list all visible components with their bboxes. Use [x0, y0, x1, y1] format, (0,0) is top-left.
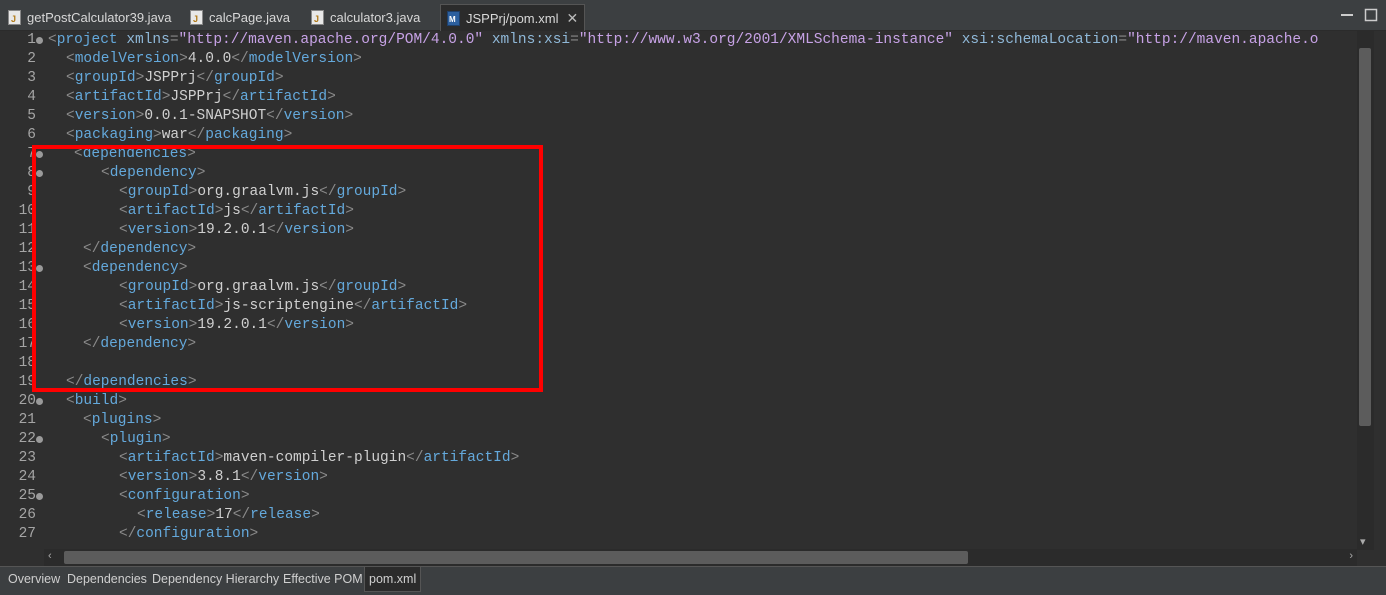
line-number: 19 [18, 374, 36, 390]
tab-getpostcalculator39[interactable]: J getPostCalculator39.java [8, 5, 172, 29]
code-line: <modelVersion>4.0.0</modelVersion> [66, 51, 362, 67]
line-number: 8 [27, 165, 36, 181]
code-line: <plugin> [101, 431, 171, 447]
tab-label: JSPPrj/pom.xml [466, 10, 559, 26]
svg-text:M: M [449, 15, 456, 24]
line-number: 4 [27, 89, 36, 105]
line-number: 3 [27, 70, 36, 86]
close-icon[interactable]: ✕ [566, 10, 578, 27]
code-line: <release>17</release> [137, 507, 320, 523]
chevron-down-icon[interactable]: ▾ [1360, 535, 1366, 548]
tab-calculator3[interactable]: J calculator3.java [311, 5, 420, 29]
chevron-right-icon[interactable]: › [1349, 550, 1353, 562]
java-file-icon: J [311, 9, 324, 25]
java-file-icon: J [190, 9, 203, 25]
vertical-scrollbar[interactable]: ▾ [1357, 31, 1374, 550]
code-line: <build> [66, 393, 127, 409]
tab-overview[interactable]: Overview [8, 572, 60, 586]
line-number: 20 [18, 393, 36, 409]
minimize-icon[interactable] [1340, 8, 1354, 22]
line-number: 10 [18, 203, 36, 219]
svg-text:J: J [11, 14, 16, 24]
pom-editor-tabs: Overview Dependencies Dependency Hierarc… [0, 566, 1386, 595]
line-number: 7 [27, 146, 36, 162]
line-number: 14 [18, 279, 36, 295]
tab-effective-pom[interactable]: Effective POM [283, 572, 363, 586]
line-number: 24 [18, 469, 36, 485]
line-number: 2 [27, 51, 36, 67]
java-file-icon: J [8, 9, 21, 25]
code-line: </configuration> [119, 526, 259, 542]
line-number: 11 [18, 222, 36, 238]
tab-label: calculator3.java [330, 9, 421, 25]
line-number: 5 [27, 108, 36, 124]
code-line: <configuration> [119, 488, 250, 504]
scroll-thumb[interactable] [64, 551, 968, 564]
scroll-thumb[interactable] [1359, 48, 1371, 426]
code-line: <project xmlns="http://maven.apache.org/… [48, 32, 1319, 48]
line-number: 13 [18, 260, 36, 276]
line-number: 1 [27, 32, 36, 48]
code-line: <groupId>JSPPrj</groupId> [66, 70, 284, 86]
red-highlight-box [32, 145, 543, 392]
line-number: 27 [18, 526, 36, 542]
chevron-left-icon[interactable]: ‹ [48, 550, 52, 562]
window-controls [1340, 8, 1378, 22]
tab-label: getPostCalculator39.java [27, 9, 172, 25]
line-number: 17 [18, 336, 36, 352]
line-number: 26 [18, 507, 36, 523]
fold-marker-icon[interactable] [36, 37, 43, 44]
tab-dependencies[interactable]: Dependencies [67, 572, 147, 586]
tab-label: calcPage.java [209, 9, 290, 25]
code-line: <packaging>war</packaging> [66, 127, 293, 143]
maven-pom-icon: M [447, 10, 460, 26]
horizontal-scrollbar[interactable]: ‹ › [44, 549, 1357, 566]
line-number: 21 [18, 412, 36, 428]
svg-text:J: J [314, 14, 319, 24]
line-number: 25 [18, 488, 36, 504]
tab-dependency-hierarchy[interactable]: Dependency Hierarchy [152, 572, 279, 586]
code-line: <plugins> [83, 412, 162, 428]
tab-pom-xml[interactable]: M JSPPrj/pom.xml ✕ [440, 4, 586, 31]
line-number: 6 [27, 127, 36, 143]
line-number: 15 [18, 298, 36, 314]
editor-tab-bar: J getPostCalculator39.java J calcPage.ja… [0, 0, 1386, 31]
code-line: <artifactId>JSPPrj</artifactId> [66, 89, 336, 105]
code-line: <version>0.0.1-SNAPSHOT</version> [66, 108, 354, 124]
xml-source-editor[interactable]: 1 2 3 4 5 6 7 8 9 10 11 12 13 14 15 16 1… [0, 31, 1357, 550]
line-number: 23 [18, 450, 36, 466]
line-number: 22 [18, 431, 36, 447]
tab-pom-xml-source[interactable]: pom.xml [364, 567, 422, 592]
fold-marker-icon[interactable] [36, 436, 43, 443]
line-number: 18 [18, 355, 36, 371]
tab-calcpage[interactable]: J calcPage.java [190, 5, 290, 29]
line-number: 16 [18, 317, 36, 333]
code-line: <artifactId>maven-compiler-plugin</artif… [119, 450, 520, 466]
code-line: <version>3.8.1</version> [119, 469, 328, 485]
fold-marker-icon[interactable] [36, 398, 43, 405]
fold-marker-icon[interactable] [36, 493, 43, 500]
line-number: 12 [18, 241, 36, 257]
line-number: 9 [27, 184, 36, 200]
maximize-icon[interactable] [1364, 8, 1378, 22]
svg-text:J: J [193, 14, 198, 24]
